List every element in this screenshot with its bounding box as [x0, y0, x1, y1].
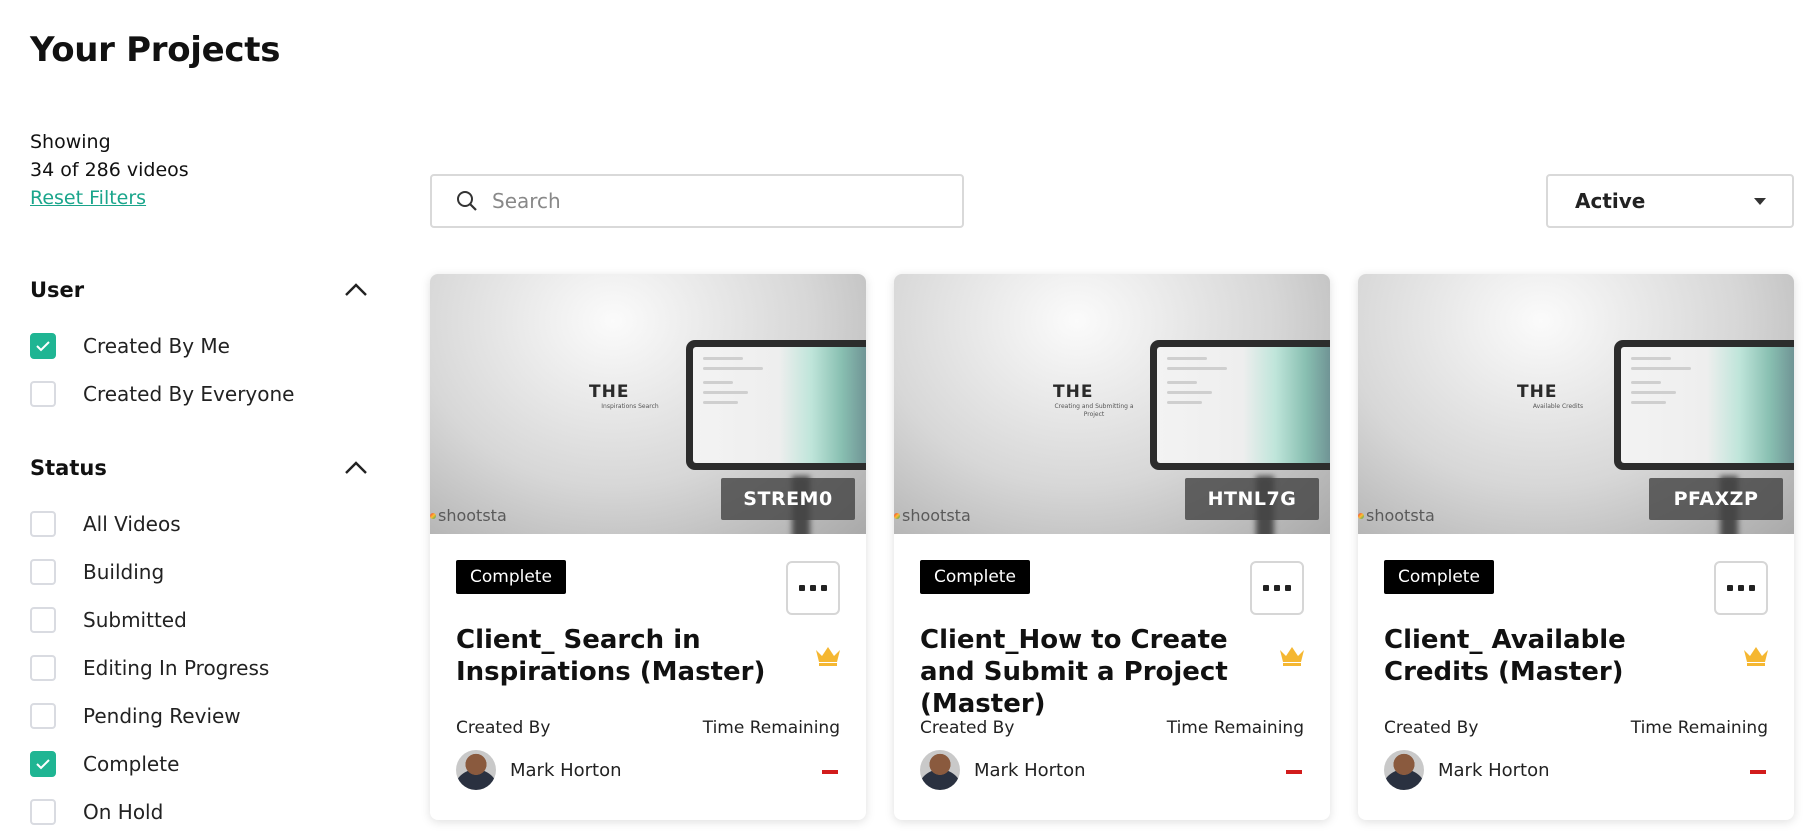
creator-name: Mark Horton	[974, 760, 1086, 781]
brand-name: shootsta	[1366, 506, 1435, 525]
video-thumbnail[interactable]: THE Inspirations Search shootsta STREM0	[430, 274, 866, 534]
video-thumbnail[interactable]: THE Creating and Submitting a Project sh…	[894, 274, 1330, 534]
crown-icon	[816, 647, 840, 666]
brand-name: shootsta	[902, 506, 971, 525]
filter-option-label: Complete	[83, 752, 180, 776]
checkbox[interactable]	[30, 381, 56, 407]
created-by-label: Created By	[456, 718, 551, 738]
filter-option-building[interactable]: Building	[30, 558, 164, 586]
time-remaining-indicator	[822, 770, 838, 774]
reset-filters-link[interactable]: Reset Filters	[30, 184, 146, 212]
search-input[interactable]: Search	[430, 174, 964, 228]
thumbnail-subtitle: Inspirations Search	[601, 403, 659, 410]
checkbox[interactable]	[30, 655, 56, 681]
monitor-graphic	[1150, 340, 1330, 470]
checkbox[interactable]	[30, 559, 56, 585]
creator-name: Mark Horton	[1438, 760, 1550, 781]
project-title[interactable]: Client_ Search in Inspirations (Master)	[456, 624, 796, 688]
more-options-button[interactable]	[786, 561, 840, 615]
filter-option-submitted[interactable]: Submitted	[30, 606, 187, 634]
status-badge: Complete	[1384, 560, 1494, 594]
monitor-graphic	[686, 340, 866, 470]
time-remaining-indicator	[1286, 770, 1302, 774]
brand-watermark: shootsta	[1358, 506, 1435, 525]
crown-icon	[1280, 647, 1304, 666]
project-code-badge: HTNL7G	[1185, 478, 1319, 520]
filter-option-label: Building	[83, 560, 165, 584]
project-card[interactable]: THE Available Credits shootsta PFAXZP Co…	[1358, 274, 1794, 820]
filter-option-label: Editing In Progress	[83, 656, 270, 680]
creator-name: Mark Horton	[510, 760, 622, 781]
checkbox[interactable]	[30, 511, 56, 537]
thumbnail-subtitle: Creating and Submitting a Project	[1054, 403, 1134, 418]
video-thumbnail[interactable]: THE Available Credits shootsta PFAXZP	[1358, 274, 1794, 534]
checkbox[interactable]	[30, 799, 56, 825]
created-by-label: Created By	[1384, 718, 1479, 738]
brand-name: shootsta	[438, 506, 507, 525]
brand-watermark: shootsta	[894, 506, 971, 525]
filter-option-label: Submitted	[83, 608, 187, 632]
caret-down-icon	[1754, 197, 1766, 205]
filter-option-label: All Videos	[83, 512, 181, 536]
page-title: Your Projects	[30, 30, 281, 70]
avatar	[920, 750, 960, 790]
filter-option-created-by-me[interactable]: Created By Me	[30, 332, 230, 360]
state-select-dropdown[interactable]: Active	[1546, 174, 1794, 228]
time-remaining-indicator	[1750, 770, 1766, 774]
filter-option-label: Created By Me	[83, 334, 230, 358]
state-select-value: Active	[1575, 189, 1646, 213]
results-count: 34 of 286 videos	[30, 159, 189, 181]
avatar	[1384, 750, 1424, 790]
project-code-badge: PFAXZP	[1649, 478, 1783, 520]
check-icon	[36, 341, 50, 352]
filter-option-editing-in-progress[interactable]: Editing In Progress	[30, 654, 269, 682]
more-options-button[interactable]	[1250, 561, 1304, 615]
filter-option-all-videos[interactable]: All Videos	[30, 510, 181, 538]
created-by-label: Created By	[920, 718, 1015, 738]
time-remaining-label: Time Remaining	[702, 718, 840, 738]
status-badge: Complete	[456, 560, 566, 594]
checkbox[interactable]	[30, 333, 56, 359]
filter-option-label: Pending Review	[83, 704, 241, 728]
project-card[interactable]: THE Creating and Submitting a Project sh…	[894, 274, 1330, 820]
filter-option-on-hold[interactable]: On Hold	[30, 798, 163, 826]
filter-option-complete[interactable]: Complete	[30, 750, 179, 778]
showing-label: Showing	[30, 131, 111, 153]
monitor-graphic	[1614, 340, 1794, 470]
more-options-button[interactable]	[1714, 561, 1768, 615]
status-badge: Complete	[920, 560, 1030, 594]
checkbox[interactable]	[30, 607, 56, 633]
user-filter-section: User Created By Me Created By Everyone	[30, 275, 370, 415]
results-summary: Showing 34 of 286 videos Reset Filters	[30, 128, 189, 212]
checkbox[interactable]	[30, 751, 56, 777]
time-remaining-label: Time Remaining	[1166, 718, 1304, 738]
thumbnail-heading: THE	[1517, 382, 1558, 402]
project-code-badge: STREM0	[721, 478, 855, 520]
crown-icon	[1744, 647, 1768, 666]
chevron-up-icon[interactable]	[342, 454, 370, 482]
time-remaining-label: Time Remaining	[1630, 718, 1768, 738]
user-filter-title: User	[30, 278, 85, 302]
brand-watermark: shootsta	[430, 506, 507, 525]
thumbnail-heading: THE	[589, 382, 630, 402]
chevron-up-icon[interactable]	[342, 276, 370, 304]
search-placeholder: Search	[492, 189, 561, 213]
project-title[interactable]: Client_How to Create and Submit a Projec…	[920, 624, 1260, 720]
status-filter-title: Status	[30, 456, 107, 480]
filter-option-created-by-everyone[interactable]: Created By Everyone	[30, 380, 294, 408]
filter-option-label: Created By Everyone	[83, 382, 295, 406]
avatar	[456, 750, 496, 790]
filter-option-label: On Hold	[83, 800, 164, 824]
thumbnail-subtitle: Available Credits	[1532, 403, 1584, 410]
thumbnail-heading: THE	[1053, 382, 1094, 402]
project-title[interactable]: Client_ Available Credits (Master)	[1384, 624, 1724, 688]
status-filter-section: Status All Videos Building Submitted Edi…	[30, 453, 370, 836]
check-icon	[36, 759, 50, 770]
project-card[interactable]: THE Inspirations Search shootsta STREM0 …	[430, 274, 866, 820]
checkbox[interactable]	[30, 703, 56, 729]
filter-option-pending-review[interactable]: Pending Review	[30, 702, 241, 730]
search-icon	[457, 191, 477, 211]
